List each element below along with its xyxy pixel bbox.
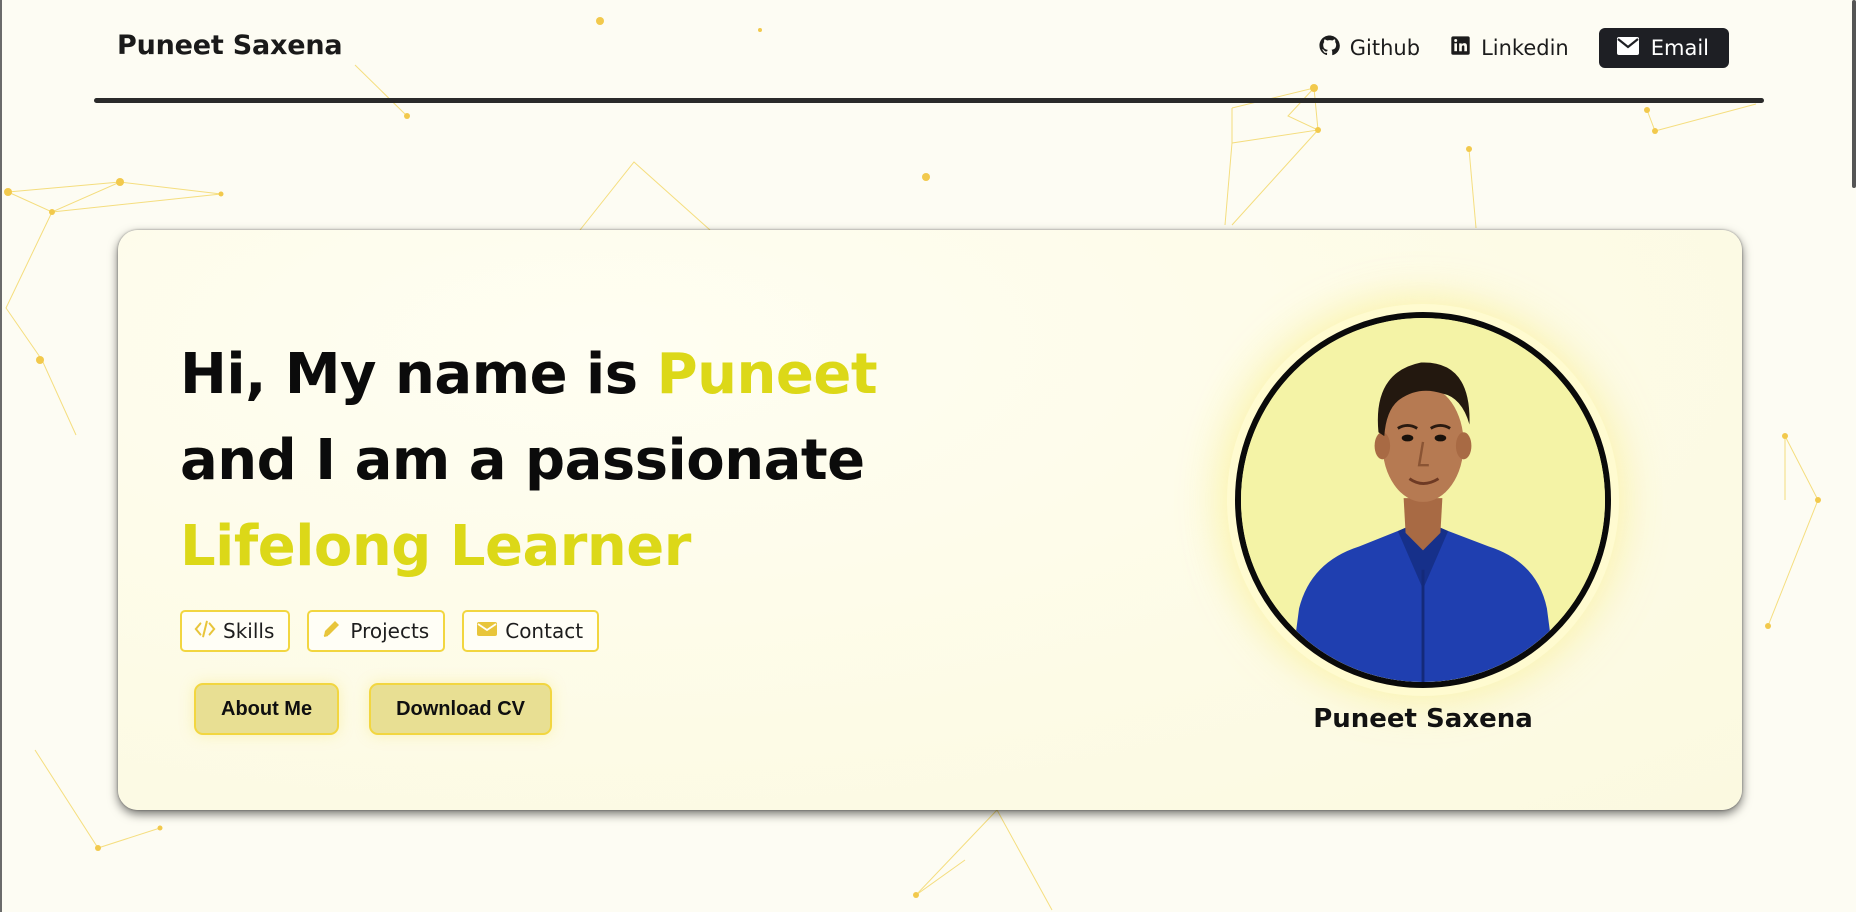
email-button-label: Email (1650, 36, 1709, 60)
skills-link[interactable]: Skills (180, 610, 291, 652)
projects-label: Projects (350, 619, 430, 643)
nav-linkedin-label: Linkedin (1481, 36, 1569, 60)
headline-greeting: Hi, My name is (180, 342, 657, 407)
hero-headline: Hi, My name is Puneet and I am a passion… (180, 332, 878, 590)
avatar-caption: Puneet Saxena (1313, 704, 1533, 734)
hero-card: Hi, My name is Puneet and I am a passion… (118, 230, 1742, 810)
top-nav: Github Linkedin Email (1319, 28, 1729, 68)
headline-line-2: and I am a passionate (180, 428, 865, 493)
headline-line-1: Hi, My name is Puneet (180, 332, 878, 418)
pencil-icon (321, 619, 343, 644)
section-links: Skills Projects Contact (180, 610, 600, 652)
window-left-edge (0, 0, 2, 912)
download-cv-button[interactable]: Download CV (369, 683, 552, 735)
projects-link[interactable]: Projects (307, 610, 446, 652)
site-header: Puneet Saxena Github Linkedin Email (0, 0, 1856, 103)
header-divider (94, 98, 1764, 103)
about-me-button[interactable]: About Me (194, 683, 340, 735)
headline-line-3: Lifelong Learner (180, 514, 691, 579)
email-button[interactable]: Email (1598, 28, 1729, 68)
nav-linkedin-link[interactable]: Linkedin (1450, 35, 1569, 61)
envelope-icon (476, 619, 498, 644)
profile-photo-illustration (1241, 318, 1605, 682)
headline-name: Puneet (656, 342, 878, 407)
hero-actions: About Me Download CV (194, 683, 552, 735)
code-icon (194, 619, 216, 644)
avatar (1235, 312, 1611, 688)
github-icon (1319, 35, 1340, 61)
envelope-icon (1616, 36, 1639, 60)
nav-github-link[interactable]: Github (1319, 35, 1420, 61)
contact-label: Contact (505, 619, 584, 643)
contact-link[interactable]: Contact (462, 610, 600, 652)
nav-github-label: Github (1349, 36, 1421, 60)
brand-name[interactable]: Puneet Saxena (117, 30, 343, 61)
skills-label: Skills (223, 619, 275, 643)
linkedin-icon (1450, 35, 1471, 61)
